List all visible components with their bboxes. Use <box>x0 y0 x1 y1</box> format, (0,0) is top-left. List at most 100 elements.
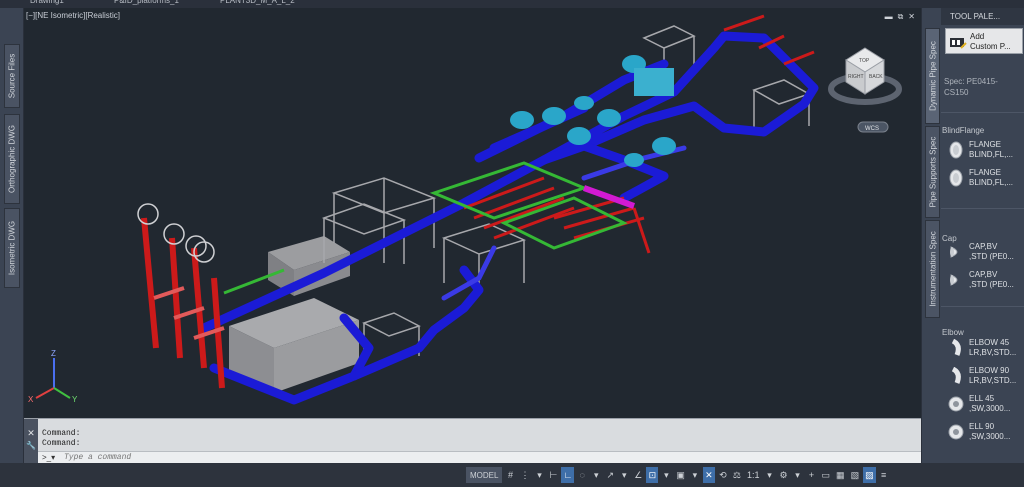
autoscale-icon[interactable]: ⟲ <box>717 467 729 483</box>
command-history: Command: Command: <box>42 429 80 449</box>
tab-source-files[interactable]: Source Files <box>4 44 20 108</box>
workspace-menu-icon[interactable]: ▾ <box>792 467 804 483</box>
palette-tool-item[interactable]: CAP,BV ,STD (PE0... <box>947 240 1023 266</box>
status-bar-tools: MODEL # ⋮ ▾ ⊢ ∟ ◌ ▾ ↗ ▾ ∠ ⊡ ▾ ▣ ▾ ✕ ⟲ ⚖ 1:1 ▾ ⚙ ▾ + ▭ ▦ ▧ ▨ ≡ <box>466 466 890 484</box>
ell-icon <box>948 424 964 440</box>
tab-isometric-dwg[interactable]: Isometric DWG <box>4 208 20 288</box>
tab-instrumentation-spec[interactable]: Instrumentation Spec <box>925 220 940 318</box>
infer-icon[interactable]: ⊢ <box>547 467 559 483</box>
tab-orthographic-dwg[interactable]: Orthographic DWG <box>4 114 20 204</box>
3dosnap-icon[interactable]: ▣ <box>674 467 687 483</box>
isolate-icon[interactable]: ▦ <box>834 467 847 483</box>
palette-tool-item[interactable]: CAP,BV ,STD (PE0... <box>947 268 1023 294</box>
file-tab[interactable]: Drawing1* <box>24 0 73 8</box>
settings-icon[interactable]: 🔧 <box>24 441 38 450</box>
viewport-controls-label[interactable]: [−][NE Isometric][Realistic] <box>26 11 120 20</box>
palette-tool-label-line: ,SW,3000... <box>969 432 1011 441</box>
customization-icon[interactable]: ≡ <box>878 467 890 483</box>
polar-menu-icon[interactable]: ▾ <box>590 467 602 483</box>
file-tab[interactable]: P&ID_platforms_1* <box>108 0 188 8</box>
blind-flange-icon <box>949 169 963 187</box>
polar-icon[interactable]: ◌ <box>576 467 588 483</box>
grid-icon[interactable]: # <box>504 467 516 483</box>
tab-dynamic-pipe-spec[interactable]: Dynamic Pipe Spec <box>925 28 940 124</box>
cap-icon <box>950 274 958 286</box>
snap-menu-icon[interactable]: ▾ <box>533 467 545 483</box>
osnap-icon[interactable]: ⊡ <box>646 467 659 483</box>
palette-tool-item[interactable]: ELBOW 90 LR,BV,STD... <box>947 364 1023 390</box>
file-tab-strip: Drawing1* P&ID_platforms_1* PLANT3D_M_A_… <box>0 0 1024 8</box>
tool-palette-body: TOOL PALE... Add Custom P... Spec: PE041… <box>941 8 1024 463</box>
palette-tool-item[interactable]: ELBOW 45 LR,BV,STD... <box>947 336 1023 362</box>
viewcube[interactable]: TOP RIGHT BACK <box>828 47 902 105</box>
palette-tool-item[interactable]: ELL 45 ,SW,3000... <box>947 392 1023 418</box>
palette-tool-label: CAP,BV ,STD (PE0... <box>969 242 1014 262</box>
status-bar: MODEL # ⋮ ▾ ⊢ ∟ ◌ ▾ ↗ ▾ ∠ ⊡ ▾ ▣ ▾ ✕ ⟲ ⚖ 1:1 ▾ ⚙ ▾ + ▭ ▦ ▧ ▨ ≡ <box>0 463 1024 487</box>
palette-tool-item[interactable]: ELL 90 ,SW,3000... <box>947 420 1023 446</box>
scale-menu-icon[interactable]: ▾ <box>763 467 775 483</box>
palette-tool-label-line: CAP,BV <box>969 242 998 251</box>
ortho-icon[interactable]: ∟ <box>561 467 575 483</box>
workspace-icon[interactable]: ⚙ <box>777 467 789 483</box>
add-custom-part-label: Add Custom P... <box>970 32 1011 52</box>
tool-palette: Dynamic Pipe Spec Pipe Supports Spec Ins… <box>921 8 1024 463</box>
model-viewport[interactable]: Z X Y TOP RIGHT BACK WCS [−][NE Isometri… <box>24 8 921 418</box>
project-manager-tabs: Source Files Orthographic DWG Isometric … <box>0 8 24 463</box>
cap-icon <box>950 246 958 258</box>
viewcube-right-face: RIGHT <box>848 74 864 80</box>
viewcube-back-face: BACK <box>869 74 883 80</box>
palette-tool-label: ELBOW 90 LR,BV,STD... <box>969 366 1016 386</box>
palette-tool-label-line: ,STD (PE0... <box>969 280 1014 289</box>
snap-icon[interactable]: ⋮ <box>518 467 531 483</box>
osnap-track-icon[interactable]: ∠ <box>632 467 644 483</box>
command-prompt-icon[interactable]: >_▾ <box>42 453 55 462</box>
add-custom-part-button[interactable]: Add Custom P... <box>945 28 1023 54</box>
elbow-icon <box>951 339 961 356</box>
3dosnap-menu-icon[interactable]: ▾ <box>689 467 701 483</box>
annotation-scale-icon[interactable]: ⚖ <box>731 467 743 483</box>
ucs-icon <box>35 358 71 399</box>
plant-3d-model[interactable]: Z X Y TOP RIGHT BACK WCS <box>24 8 921 418</box>
command-input[interactable] <box>64 453 464 462</box>
section-divider <box>941 208 1024 209</box>
minimize-icon[interactable]: ▬ <box>885 12 893 22</box>
palette-tool-label-line: FLANGE <box>969 140 1002 149</box>
steel-structures <box>321 25 811 356</box>
command-history-line: Command: <box>42 439 81 448</box>
palette-tool-label-line: ,SW,3000... <box>969 404 1011 413</box>
clean-screen-icon[interactable]: ▨ <box>863 467 876 483</box>
palette-tool-label-line: BLIND,FL,... <box>969 178 1014 187</box>
annotation-visibility-icon[interactable]: ✕ <box>702 467 715 483</box>
palette-tool-label-line: FLANGE <box>969 168 1002 177</box>
axis-y-label: Y <box>72 395 78 404</box>
annotation-monitor-icon[interactable]: + <box>806 467 818 483</box>
isodraft-icon[interactable]: ↗ <box>604 467 616 483</box>
palette-tool-label: FLANGE BLIND,FL,... <box>969 168 1013 188</box>
ell-icon <box>948 396 964 412</box>
isodraft-menu-icon[interactable]: ▾ <box>618 467 630 483</box>
pump-jacks <box>137 203 225 389</box>
hardware-accel-icon[interactable]: ▧ <box>849 467 862 483</box>
viewcube-top-face: TOP <box>859 58 870 64</box>
model-space-button[interactable]: MODEL <box>466 467 503 483</box>
palette-tool-label-line: ,STD (PE0... <box>969 252 1014 261</box>
scale-icon[interactable]: 1:1 <box>745 467 762 483</box>
spec-line2: CS150 <box>944 88 969 97</box>
blind-flange-icon <box>949 141 963 159</box>
close-icon[interactable]: ✕ <box>908 12 915 22</box>
palette-tool-item[interactable]: FLANGE BLIND,FL,... <box>947 138 1023 164</box>
add-custom-part-line2: Custom P... <box>970 42 1011 51</box>
palette-tool-label-line: ELBOW 90 <box>969 366 1010 375</box>
viewport-window-controls: ▬ ⧉ ✕ <box>885 12 915 22</box>
units-icon[interactable]: ▭ <box>820 467 833 483</box>
close-icon[interactable]: ✕ <box>24 428 38 439</box>
command-history-line: Command: <box>42 429 81 438</box>
palette-tool-item[interactable]: FLANGE BLIND,FL,... <box>947 166 1023 192</box>
axis-z-label: Z <box>51 349 56 358</box>
restore-icon[interactable]: ⧉ <box>898 12 904 22</box>
command-line-sidebar: ✕ 🔧 <box>24 419 38 464</box>
tab-pipe-supports-spec[interactable]: Pipe Supports Spec <box>925 126 940 218</box>
osnap-menu-icon[interactable]: ▾ <box>660 467 672 483</box>
palette-tool-label: CAP,BV ,STD (PE0... <box>969 270 1014 290</box>
file-tab[interactable]: PLANT3D_M_A_L_2* <box>214 0 304 8</box>
